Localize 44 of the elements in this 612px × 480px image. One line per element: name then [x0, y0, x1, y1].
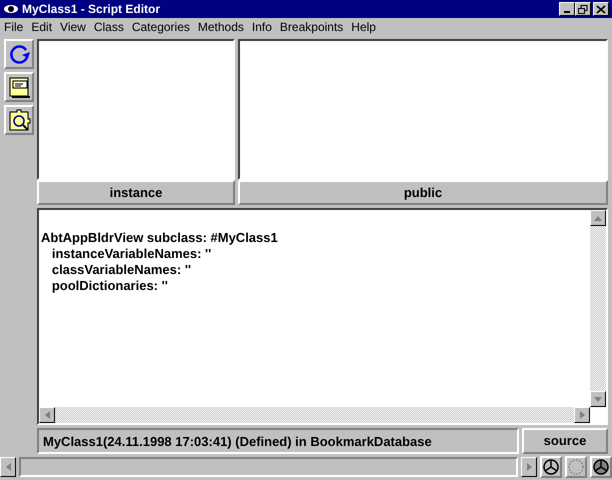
source-button[interactable]: source: [522, 428, 608, 454]
tool-button[interactable]: [4, 39, 34, 69]
scroll-left-button[interactable]: [39, 407, 55, 423]
status-text: MyClass1(24.11.1998 17:03:41) (Defined) in BookmarkDatabase: [37, 428, 519, 454]
note-icon: [6, 75, 30, 99]
tool-button[interactable]: [4, 105, 34, 135]
arrow-icon: [580, 411, 584, 419]
scroll-up-button[interactable]: [590, 210, 606, 226]
menu-item[interactable]: File: [0, 18, 28, 36]
scroll-right-button[interactable]: [574, 407, 590, 423]
menu-item[interactable]: View: [56, 18, 90, 36]
arrow-icon: [44, 411, 50, 419]
arrow-icon: [594, 396, 602, 402]
eye-icon: [3, 3, 19, 15]
scroll-left-button[interactable]: [0, 457, 16, 477]
menu-item[interactable]: Class: [90, 18, 128, 36]
tool-button[interactable]: [4, 72, 34, 102]
wheel-icon: [542, 458, 560, 476]
dotted-circle-icon: [567, 458, 585, 476]
arrow-icon: [594, 216, 602, 220]
menu-item[interactable]: Methods: [194, 18, 248, 36]
pane-header[interactable]: public: [238, 180, 608, 205]
wheel-icon: [592, 458, 610, 476]
window-title: MyClass1 - Script Editor: [22, 1, 162, 18]
puzzle-icon: [6, 108, 30, 132]
scroll-right-button[interactable]: [521, 457, 537, 477]
arrow-icon: [526, 463, 532, 471]
restore-icon: [578, 4, 588, 14]
arrow-icon: [6, 463, 10, 471]
menu-item[interactable]: Categories: [128, 18, 194, 36]
restore-button[interactable]: [575, 2, 591, 16]
scroll-down-button[interactable]: [590, 391, 606, 407]
menu-item[interactable]: Edit: [27, 18, 56, 36]
menu-item[interactable]: Info: [248, 18, 276, 36]
list-pane[interactable]: [37, 39, 235, 180]
close-icon: [596, 4, 606, 14]
menu-item[interactable]: Help: [347, 18, 380, 36]
minimize-icon: [564, 11, 570, 13]
status-button[interactable]: [540, 456, 562, 478]
close-button[interactable]: [593, 2, 609, 16]
menu-item[interactable]: Breakpoints: [276, 18, 348, 36]
pane-header[interactable]: instance: [37, 180, 235, 205]
status-button[interactable]: [590, 456, 612, 478]
minimize-button[interactable]: [559, 2, 575, 16]
